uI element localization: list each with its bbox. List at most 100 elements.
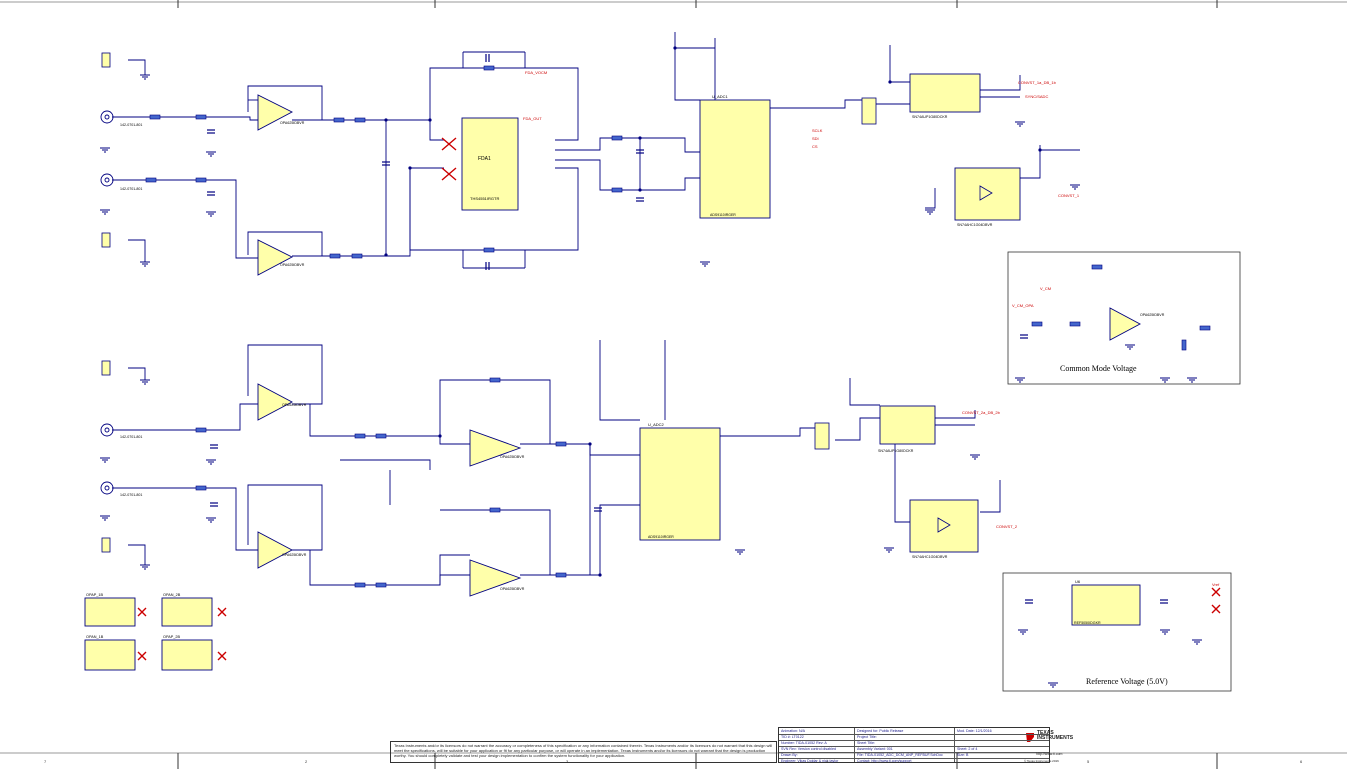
net-fda-out: FDA_OUT bbox=[523, 116, 542, 121]
opamp-cm bbox=[1109, 307, 1141, 341]
net-sdi: SDI bbox=[812, 136, 819, 141]
reference-box-title: Reference Voltage (5.0V) bbox=[1086, 677, 1168, 686]
ref-ic-part: REF5050IDGKR bbox=[1074, 621, 1101, 625]
opamp-a-part: OPA625IDBVR bbox=[280, 121, 305, 125]
zone-label-6: 6 bbox=[1300, 759, 1303, 764]
buffer-3-part: SN74AUP1G80DCKR bbox=[878, 449, 914, 453]
buffer-1 bbox=[909, 73, 981, 113]
tb-project-title-label: Project Title: bbox=[857, 735, 877, 739]
tb-of-label: of bbox=[971, 747, 975, 751]
jumper-bottom bbox=[814, 422, 830, 450]
sma-1-part: 142-0701-801 bbox=[120, 123, 142, 127]
opamp-f-part: OPA625IDBVR bbox=[500, 587, 525, 591]
tb-designed-for-value: Public Release bbox=[879, 729, 904, 733]
ref-ic bbox=[1071, 584, 1141, 626]
net-vcm-opa: V_CM_OPA bbox=[1012, 303, 1034, 308]
tb-size-value: B bbox=[966, 753, 969, 757]
net-convst-ti-2: CONVST_2a_DB_2b bbox=[962, 410, 1001, 415]
tb-svn-value: Version control disabled bbox=[797, 747, 836, 751]
opamp-cm-part: OPA625IDBVR bbox=[1140, 313, 1165, 317]
schematic-sheet: FDA1 THS4551IRGTR U_ADC1 ADS9110IRGER U_… bbox=[0, 0, 1347, 769]
ti-url: http://www.ti.com bbox=[1036, 752, 1063, 756]
tb-assembly-variant-value: 001 bbox=[886, 747, 893, 751]
adc2-part: ADS9110IRGER bbox=[648, 535, 674, 539]
opamp-b bbox=[257, 239, 293, 276]
opamp-d bbox=[257, 531, 293, 569]
net-convst-1: CONVST_1 bbox=[1058, 193, 1080, 198]
fda-ref: FDA1 bbox=[478, 156, 491, 162]
fixture-4-label: OPAP_2B bbox=[163, 635, 180, 639]
tb-file-value: TIDA-01052_ADC_DCM_ANP_REFBUF.SchDoc bbox=[864, 753, 943, 757]
title-block: Animation: N/A TID #: LT0122 Number: TID… bbox=[778, 727, 1050, 763]
sma-3 bbox=[100, 423, 114, 437]
common-mode-box-title: Common Mode Voltage bbox=[1060, 364, 1137, 373]
tb-of-value: 4 bbox=[975, 747, 978, 751]
zone-label-5: 5 bbox=[1087, 759, 1090, 764]
buffer-3 bbox=[879, 405, 936, 445]
tb-tid-value: LT0122 bbox=[791, 735, 804, 739]
tb-mod-date-label: Mod. Date: bbox=[957, 729, 975, 733]
adc2-ref: U_ADC2 bbox=[648, 422, 665, 427]
fixture-3-label: OPAN_1B bbox=[86, 635, 104, 639]
opamp-c-part: OPA625IDBVR bbox=[282, 403, 307, 407]
disclaimer-text: Texas Instruments and/or its licensors d… bbox=[390, 741, 777, 763]
tb-sheet-label: Sheet: bbox=[957, 747, 968, 751]
tb-animation-value: N/A bbox=[798, 729, 805, 733]
zone-label-2: 2 bbox=[305, 759, 308, 764]
fixture-2 bbox=[161, 597, 213, 627]
tb-size-label: Size: bbox=[957, 753, 965, 757]
sma-3-part: 142-0701-801 bbox=[120, 435, 142, 439]
opamp-d-part: OPA625IDBVR bbox=[282, 553, 307, 557]
zone-label-4: 4 bbox=[826, 759, 829, 764]
ti-copyright: © Texas Instruments 2016 bbox=[1024, 759, 1059, 763]
tb-designed-for-label: Designed for: bbox=[857, 729, 879, 733]
bottom-channel-wires bbox=[112, 340, 1001, 586]
sma-labels: 142-0701-801 142-0701-801 142-0701-801 1… bbox=[120, 123, 142, 497]
sma-1 bbox=[100, 110, 114, 124]
tb-assembly-variant-label: Assembly Variant: bbox=[857, 747, 886, 751]
adc1-ic bbox=[699, 99, 771, 219]
opamp-c bbox=[257, 383, 293, 421]
zone-label-1: 7 bbox=[44, 759, 47, 764]
tb-sheet-title-label: Sheet Title: bbox=[857, 741, 875, 745]
buffer-4 bbox=[909, 499, 979, 553]
net-vcm: V_CM bbox=[1040, 286, 1051, 291]
tb-number-label: Number: bbox=[781, 741, 795, 745]
fixture-3 bbox=[84, 639, 136, 671]
opamp-e bbox=[469, 429, 522, 467]
net-convst-ti-1: CONVST_1a_DB_1b bbox=[1018, 80, 1057, 85]
buffer-1-part: SN74AUP1G80DCKR bbox=[912, 115, 948, 119]
fixture-4 bbox=[161, 639, 213, 671]
zone-label-3: 3 bbox=[566, 759, 569, 764]
net-sclk: SCLK bbox=[812, 128, 823, 133]
tb-contact-value: http://www.ti.com/support bbox=[871, 759, 912, 763]
net-fda-vocm: FDA_VOCM bbox=[525, 70, 547, 75]
buffer-2 bbox=[954, 167, 1021, 221]
sma-4 bbox=[100, 481, 114, 495]
dnp-marks bbox=[137, 137, 1221, 661]
net-vref: Vref bbox=[1212, 582, 1220, 587]
tb-svn-label: SVN Rev: bbox=[781, 747, 797, 751]
headers bbox=[101, 52, 111, 553]
adc2-ic bbox=[639, 427, 721, 541]
sma-connectors bbox=[100, 110, 114, 495]
buffer-2-part: SN74AHC1G04DBVR bbox=[957, 223, 993, 227]
sma-2-part: 142-0701-801 bbox=[120, 187, 142, 191]
net-convst-2: CONVST_2 bbox=[996, 524, 1018, 529]
net-cs: CS bbox=[812, 144, 818, 149]
top-channel-wires bbox=[112, 32, 1080, 269]
fixture-2-label: OPAN_2B bbox=[163, 593, 181, 597]
ics: FDA1 THS4551IRGTR U_ADC1 ADS9110IRGER U_… bbox=[84, 73, 1141, 671]
ref-ic-ref: U6 bbox=[1075, 579, 1081, 584]
tb-contact-label: Contact: bbox=[857, 759, 871, 763]
fixture-1 bbox=[84, 597, 136, 627]
tb-number-value: TIDA-01052 bbox=[795, 741, 816, 745]
tb-engineer-value: Vikas Doidar & nick.taylor bbox=[797, 759, 839, 763]
ground-symbols bbox=[100, 74, 1202, 688]
tb-engineer-label: Engineer: bbox=[781, 759, 797, 763]
buffer-4-part: SN74AHC1G04DBVR bbox=[912, 555, 948, 559]
tb-file-label: File: bbox=[857, 753, 864, 757]
tb-mod-date-value: 12/1/2016 bbox=[975, 729, 992, 733]
tb-drawn-by-label: Drawn By: bbox=[781, 753, 798, 757]
adc1-part: ADS9110IRGER bbox=[710, 213, 736, 217]
